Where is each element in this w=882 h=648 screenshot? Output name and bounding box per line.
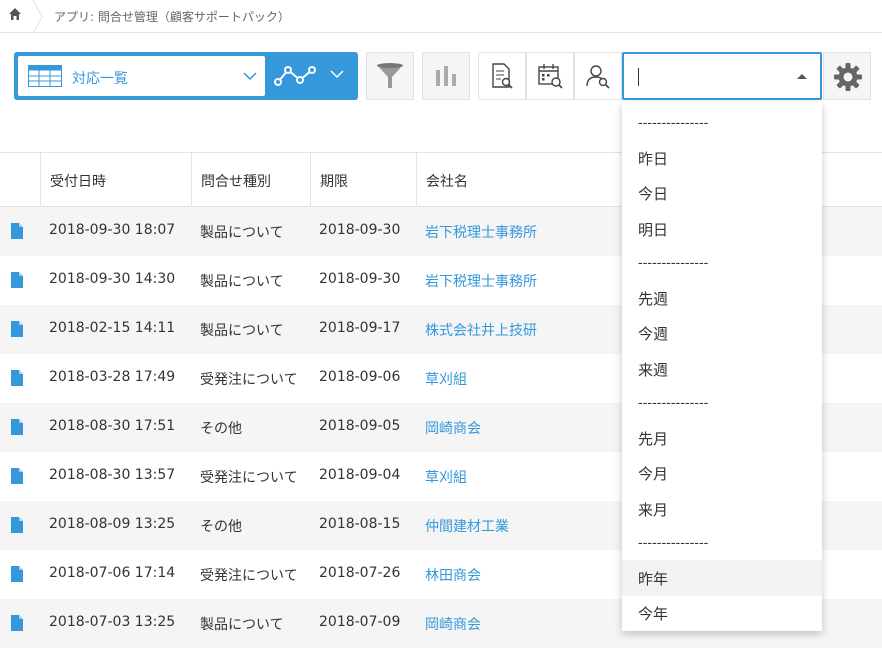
record-detail-icon[interactable] (11, 566, 23, 582)
option-next-week[interactable]: 来週 (622, 351, 822, 387)
caret-up-icon (797, 74, 807, 79)
dropdown-separator: --------------- (638, 116, 709, 131)
graph-button[interactable] (266, 52, 358, 100)
text-cursor (638, 68, 639, 86)
cell-type: その他 (200, 519, 242, 535)
date-search-button[interactable] (526, 52, 574, 100)
bar-chart-icon (436, 66, 456, 86)
cell-type: 受発注について (200, 568, 298, 584)
record-detail-icon[interactable] (11, 321, 23, 337)
cell-received: 2018-09-30 18:07 (49, 222, 176, 238)
option-yesterday[interactable]: 昨日 (622, 140, 822, 176)
breadcrumb-app[interactable]: アプリ: 問合せ管理（顧客サポートパック） (54, 8, 290, 25)
dropdown-separator: --------------- (638, 536, 709, 551)
cell-type: 製品について (200, 323, 284, 339)
record-detail-icon[interactable] (11, 615, 23, 631)
document-search-icon (492, 63, 513, 89)
cell-company-link[interactable]: 林田商会 (425, 550, 481, 599)
option-last-month[interactable]: 先月 (622, 420, 822, 456)
cell-received: 2018-07-06 17:14 (49, 565, 176, 581)
filter-icon (377, 63, 403, 88)
cell-received: 2018-08-30 17:51 (49, 418, 176, 434)
cell-company-link[interactable]: 仲間建材工業 (425, 501, 509, 550)
view-selector-label: 対応一覧 (72, 71, 128, 87)
cell-company-link[interactable]: 岡崎商会 (425, 599, 481, 648)
record-detail-icon[interactable] (11, 370, 23, 386)
cell-due: 2018-08-15 (319, 516, 401, 532)
option-next-month[interactable]: 来月 (622, 491, 822, 527)
cell-due: 2018-09-06 (319, 369, 401, 385)
cell-company-link[interactable]: 岡崎商会 (425, 403, 481, 452)
dropdown-separator: --------------- (638, 256, 709, 271)
cell-received: 2018-02-15 14:11 (49, 320, 176, 336)
option-this-year[interactable]: 今年 (622, 595, 822, 631)
table-view-icon (28, 65, 62, 87)
view-selector[interactable]: 対応一覧 (14, 52, 266, 100)
record-detail-icon[interactable] (11, 468, 23, 484)
line-graph-icon (274, 66, 316, 86)
cell-company-link[interactable]: 草刈組 (425, 452, 467, 501)
option-this-week[interactable]: 今週 (622, 315, 822, 351)
settings-button[interactable] (823, 52, 871, 100)
option-today[interactable]: 今日 (622, 175, 822, 211)
option-this-month[interactable]: 今月 (622, 455, 822, 491)
cell-received: 2018-08-30 13:57 (49, 467, 176, 483)
cell-due: 2018-09-30 (319, 222, 401, 238)
cell-due: 2018-09-05 (319, 418, 401, 434)
user-search-button[interactable] (574, 52, 622, 100)
chevron-down-icon (243, 72, 257, 81)
chart-button[interactable] (422, 52, 470, 100)
cell-due: 2018-07-26 (319, 565, 401, 581)
filter-button[interactable] (366, 52, 414, 100)
record-detail-icon[interactable] (11, 272, 23, 288)
cell-company-link[interactable]: 株式会社井上技研 (425, 305, 537, 354)
cell-received: 2018-03-28 17:49 (49, 369, 176, 385)
cell-received: 2018-07-03 13:25 (49, 614, 176, 630)
cell-received: 2018-09-30 14:30 (49, 271, 176, 287)
option-last-week[interactable]: 先週 (622, 280, 822, 316)
cell-due: 2018-07-09 (319, 614, 401, 630)
breadcrumb: アプリ: 問合せ管理（顧客サポートパック） (0, 0, 882, 33)
cell-type: 製品について (200, 274, 284, 290)
date-options-dropdown: --------------- 昨日 今日 明日 ---------------… (622, 102, 822, 631)
cell-type: 受発注について (200, 372, 298, 388)
cell-due: 2018-09-04 (319, 467, 401, 483)
record-detail-icon[interactable] (11, 517, 23, 533)
record-detail-icon[interactable] (11, 223, 23, 239)
cell-received: 2018-08-09 13:25 (49, 516, 176, 532)
gear-icon (834, 63, 862, 91)
chevron-down-icon (330, 70, 344, 79)
cell-due: 2018-09-30 (319, 271, 401, 287)
dropdown-separator: --------------- (638, 396, 709, 411)
cell-due: 2018-09-17 (319, 320, 401, 336)
breadcrumb-separator-icon (32, 0, 43, 33)
cell-company-link[interactable]: 草刈組 (425, 354, 467, 403)
calendar-search-icon (538, 64, 563, 89)
column-header-received[interactable]: 受付日時 (40, 153, 191, 207)
cell-type: 製品について (200, 225, 284, 241)
cell-type: その他 (200, 421, 242, 437)
cell-company-link[interactable]: 岩下税理士事務所 (425, 207, 537, 256)
column-header-due[interactable]: 期限 (310, 153, 416, 207)
home-link[interactable] (0, 0, 34, 32)
option-last-year[interactable]: 昨年 (622, 560, 822, 596)
cell-type: 製品について (200, 617, 284, 633)
column-header-type[interactable]: 問合せ種別 (191, 153, 310, 207)
record-search-button[interactable] (478, 52, 526, 100)
option-tomorrow[interactable]: 明日 (622, 211, 822, 247)
record-detail-icon[interactable] (11, 419, 23, 435)
home-icon (9, 8, 21, 20)
cell-type: 受発注について (200, 470, 298, 486)
date-filter-input[interactable] (622, 52, 822, 100)
user-search-icon (586, 65, 610, 89)
cell-company-link[interactable]: 岩下税理士事務所 (425, 256, 537, 305)
